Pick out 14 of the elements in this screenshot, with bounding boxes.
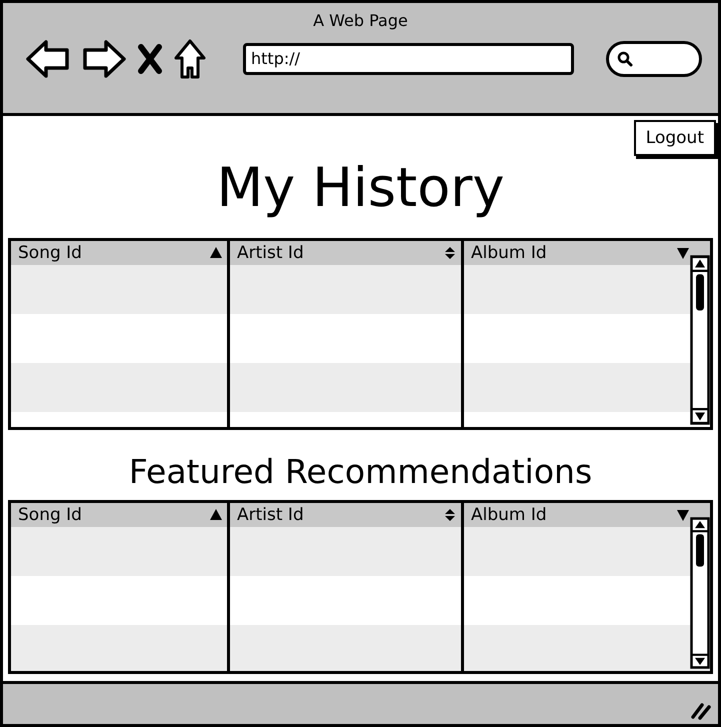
address-field[interactable]: http://	[243, 43, 574, 75]
section-heading: My History	[216, 158, 506, 218]
back-icon[interactable]	[25, 39, 71, 79]
logout-button[interactable]: Logout	[634, 120, 716, 156]
close-icon[interactable]	[137, 43, 163, 75]
home-icon[interactable]	[173, 38, 207, 80]
section-heading: Featured Recommendations	[128, 452, 594, 492]
scrollbar[interactable]	[690, 255, 710, 425]
scrollbar[interactable]	[690, 517, 710, 669]
forward-icon[interactable]	[81, 39, 127, 79]
search-field[interactable]	[606, 41, 702, 77]
resize-grip-icon[interactable]	[690, 700, 712, 720]
search-icon	[617, 51, 633, 67]
window-title: A Web Page	[312, 11, 409, 30]
